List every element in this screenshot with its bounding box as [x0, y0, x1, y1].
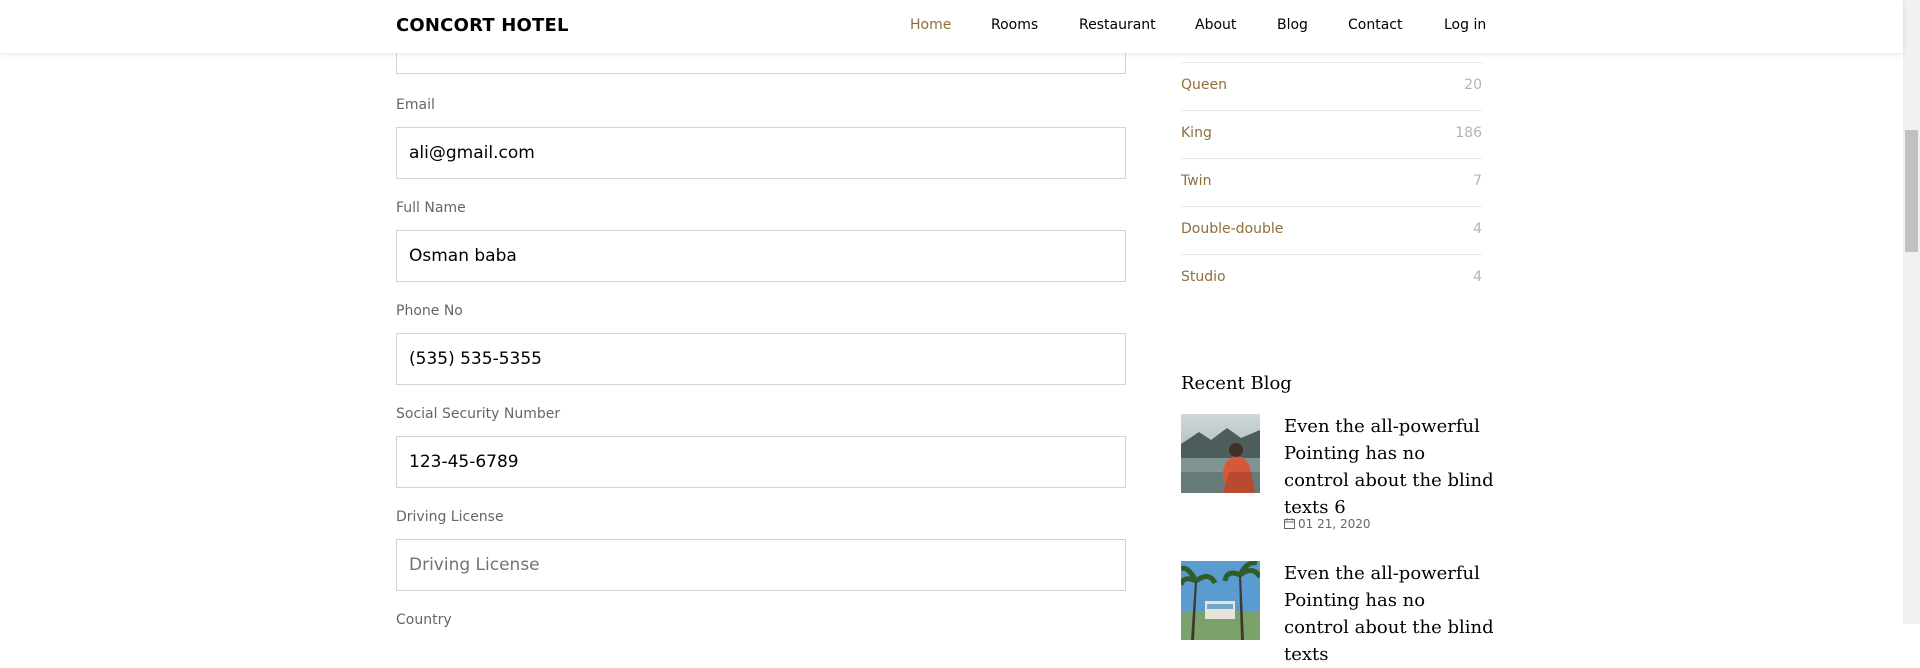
- driving-license-label: Driving License: [396, 509, 504, 525]
- ssn-field[interactable]: [396, 436, 1126, 488]
- category-row[interactable]: Queen 20: [1181, 63, 1482, 111]
- calendar-icon: [1284, 518, 1295, 532]
- category-count: 7: [1473, 173, 1482, 189]
- category-count: 4: [1473, 269, 1482, 285]
- brand-logo[interactable]: CONCORT HOTEL: [396, 15, 569, 36]
- email-field[interactable]: [396, 127, 1126, 179]
- blog-post-date-text: 01 21, 2020: [1298, 517, 1371, 531]
- nav-rooms[interactable]: Rooms: [991, 17, 1038, 33]
- category-row[interactable]: King 186: [1181, 111, 1482, 159]
- top-navbar: CONCORT HOTEL Home Rooms Restaurant Abou…: [0, 0, 1903, 53]
- phone-label: Phone No: [396, 303, 463, 319]
- blog-post-date: 01 21, 2020: [1284, 517, 1371, 532]
- category-name[interactable]: Twin: [1181, 173, 1211, 189]
- category-name[interactable]: Studio: [1181, 269, 1226, 285]
- driving-license-field[interactable]: [396, 539, 1126, 591]
- category-row[interactable]: Double-double 4: [1181, 207, 1482, 255]
- scrollbar-track[interactable]: [1903, 0, 1920, 624]
- blog-post-title[interactable]: Even the all-powerful Pointing has no co…: [1284, 560, 1494, 668]
- ssn-label: Social Security Number: [396, 406, 561, 422]
- category-name[interactable]: King: [1181, 125, 1212, 141]
- category-count: 186: [1455, 125, 1482, 141]
- category-count: 4: [1473, 221, 1482, 237]
- recent-blog-heading: Recent Blog: [1181, 373, 1292, 394]
- nav-login[interactable]: Log in: [1444, 17, 1486, 33]
- blog-thumbnail-image[interactable]: [1181, 561, 1260, 640]
- full-name-label: Full Name: [396, 200, 466, 216]
- category-row[interactable]: Studio 4: [1181, 255, 1482, 303]
- email-label: Email: [396, 97, 435, 113]
- scrollbar-thumb[interactable]: [1905, 130, 1918, 252]
- nav-contact[interactable]: Contact: [1348, 17, 1402, 33]
- blog-thumbnail-image[interactable]: [1181, 414, 1260, 493]
- blog-post-title[interactable]: Even the all-powerful Pointing has no co…: [1284, 413, 1494, 521]
- nav-home[interactable]: Home: [910, 17, 951, 33]
- category-name[interactable]: Queen: [1181, 77, 1227, 93]
- full-name-field[interactable]: [396, 230, 1126, 282]
- phone-field[interactable]: [396, 333, 1126, 385]
- nav-restaurant[interactable]: Restaurant: [1079, 17, 1156, 33]
- country-label: Country: [396, 612, 452, 628]
- category-row[interactable]: Twin 7: [1181, 159, 1482, 207]
- nav-blog[interactable]: Blog: [1277, 17, 1308, 33]
- category-count: 20: [1464, 77, 1482, 93]
- category-name[interactable]: Double-double: [1181, 221, 1283, 237]
- nav-about[interactable]: About: [1195, 17, 1236, 33]
